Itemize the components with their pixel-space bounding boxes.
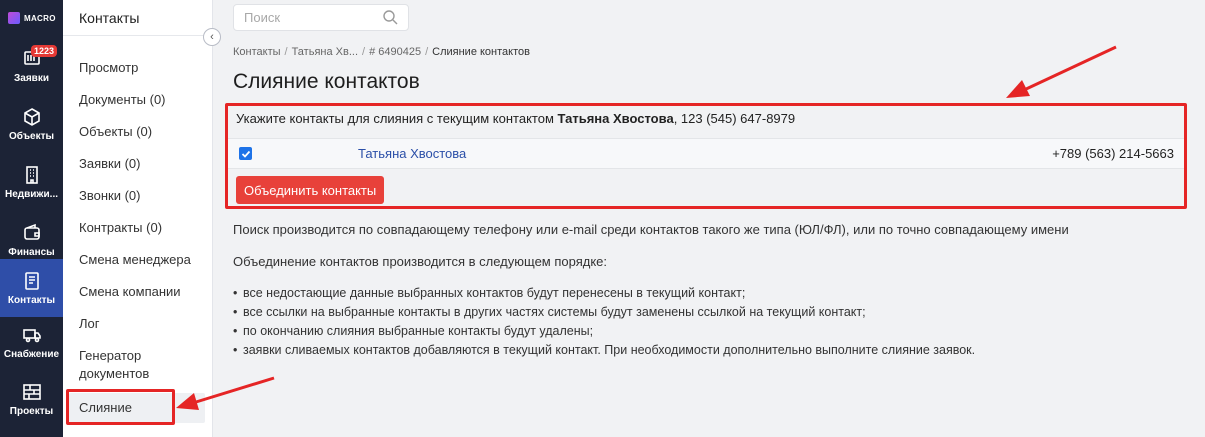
- merge-order-title: Объединение контактов производится в сле…: [233, 254, 608, 269]
- menu-item-objects[interactable]: Объекты (0): [79, 123, 152, 141]
- breadcrumb-contacts[interactable]: Контакты: [233, 46, 281, 58]
- macro-logo-icon: [8, 12, 20, 24]
- menu-item-contracts[interactable]: Контракты (0): [79, 219, 162, 237]
- rail-item-supply[interactable]: Снабжение: [0, 313, 63, 371]
- cube-icon: [23, 107, 40, 126]
- checkmark-icon: [241, 150, 250, 158]
- menu-item-view[interactable]: Просмотр: [79, 59, 138, 77]
- search-note: Поиск производится по совпадающему телеф…: [233, 222, 1069, 237]
- rail-label: Заявки: [14, 72, 49, 84]
- merge-contacts-button[interactable]: Объединить контакты: [236, 176, 385, 204]
- menu-item-requests[interactable]: Заявки (0): [79, 155, 140, 173]
- candidate-contact-phone: +789 (563) 214-5663: [1052, 146, 1174, 161]
- rail-label: Контакты: [7, 294, 56, 306]
- menu-item-log[interactable]: Лог: [79, 315, 100, 333]
- breadcrumb-current: Слияние контактов: [432, 46, 530, 58]
- truck-icon: [22, 328, 41, 342]
- breadcrumb-separator: /: [425, 46, 429, 58]
- rail-label: Финансы: [8, 246, 55, 258]
- search-input[interactable]: [234, 5, 374, 30]
- rail-item-realty[interactable]: Недвижи...: [0, 153, 63, 211]
- current-contact-phone: , 123 (545) 647-8979: [673, 111, 796, 126]
- requests-badge: 1223: [31, 45, 58, 57]
- building-icon: [25, 165, 38, 184]
- list-item: заявки сливаемых контактов добавляются в…: [233, 341, 975, 360]
- menu-item-label: документов: [79, 366, 150, 381]
- menu-item-change-company[interactable]: Смена компании: [79, 283, 181, 301]
- candidate-contact-row: Татьяна Хвостова +789 (563) 214-5663: [228, 138, 1184, 169]
- menu-item-documents[interactable]: Документы (0): [79, 91, 166, 109]
- search-box: [233, 4, 409, 31]
- current-contact-name: Татьяна Хвостова: [557, 111, 674, 126]
- merge-instruction: Укажите контакты для слияния с текущим к…: [236, 111, 795, 126]
- menu-item-doc-generator[interactable]: Генератор документов: [79, 347, 149, 383]
- rail-label: Недвижи...: [5, 188, 58, 200]
- merge-rules-list: все недостающие данные выбранных контакт…: [233, 284, 975, 360]
- logo-text: MACRO: [24, 13, 56, 23]
- rail-label: Проекты: [9, 405, 54, 417]
- main-content: Контакты/Татьяна Хв.../# 6490425/Слияние…: [222, 0, 1205, 437]
- app-logo[interactable]: MACRO: [0, 0, 63, 36]
- candidate-contact-link[interactable]: Татьяна Хвостова: [358, 146, 466, 161]
- chevron-left-icon: ‹: [210, 31, 214, 43]
- rail-label: Объекты: [8, 130, 55, 142]
- breadcrumb: Контакты / Татьяна Хв... / # 6490425/Слияние…: [233, 46, 530, 58]
- rail-item-objects[interactable]: Объекты: [0, 95, 63, 153]
- rail-item-contacts[interactable]: Контакты: [0, 259, 63, 317]
- menu-item-calls[interactable]: Звонки (0): [79, 187, 140, 205]
- search-icon[interactable]: [382, 9, 398, 25]
- list-item: по окончанию слияния выбранные контакты …: [233, 322, 975, 341]
- submenu-title: Контакты: [63, 0, 212, 36]
- collapse-sidebar-button[interactable]: ‹: [203, 28, 221, 46]
- brick-icon: [22, 383, 41, 400]
- breadcrumb-separator: /: [362, 46, 366, 58]
- page-title: Слияние контактов: [233, 70, 420, 93]
- breadcrumb-id[interactable]: # 6490425: [369, 46, 421, 58]
- menu-item-change-manager[interactable]: Смена менеджера: [79, 251, 191, 269]
- breadcrumb-separator: /: [284, 46, 288, 58]
- contact-checkbox[interactable]: [239, 147, 252, 160]
- list-item: все недостающие данные выбранных контакт…: [233, 284, 975, 303]
- instruction-text: Укажите контакты для слияния с текущим к…: [236, 111, 558, 126]
- app-rail: MACRO 1223 Заявки Объекты Недвижи... Фин…: [0, 0, 63, 437]
- contacts-submenu: Контакты Просмотр Документы (0) Объекты …: [63, 0, 213, 437]
- wallet-icon: [23, 223, 40, 240]
- rail-item-projects[interactable]: Проекты: [0, 370, 63, 428]
- rail-item-requests[interactable]: 1223 Заявки: [0, 37, 63, 95]
- rail-label: Снабжение: [3, 348, 60, 360]
- merge-section: Укажите контакты для слияния с текущим к…: [225, 103, 1187, 209]
- breadcrumb-contact[interactable]: Татьяна Хв...: [292, 46, 358, 58]
- contacts-icon: [24, 271, 39, 290]
- highlight-merge-menu-item: [66, 389, 175, 425]
- menu-item-label: Генератор: [79, 348, 142, 363]
- list-item: все ссылки на выбранные контакты в други…: [233, 303, 975, 322]
